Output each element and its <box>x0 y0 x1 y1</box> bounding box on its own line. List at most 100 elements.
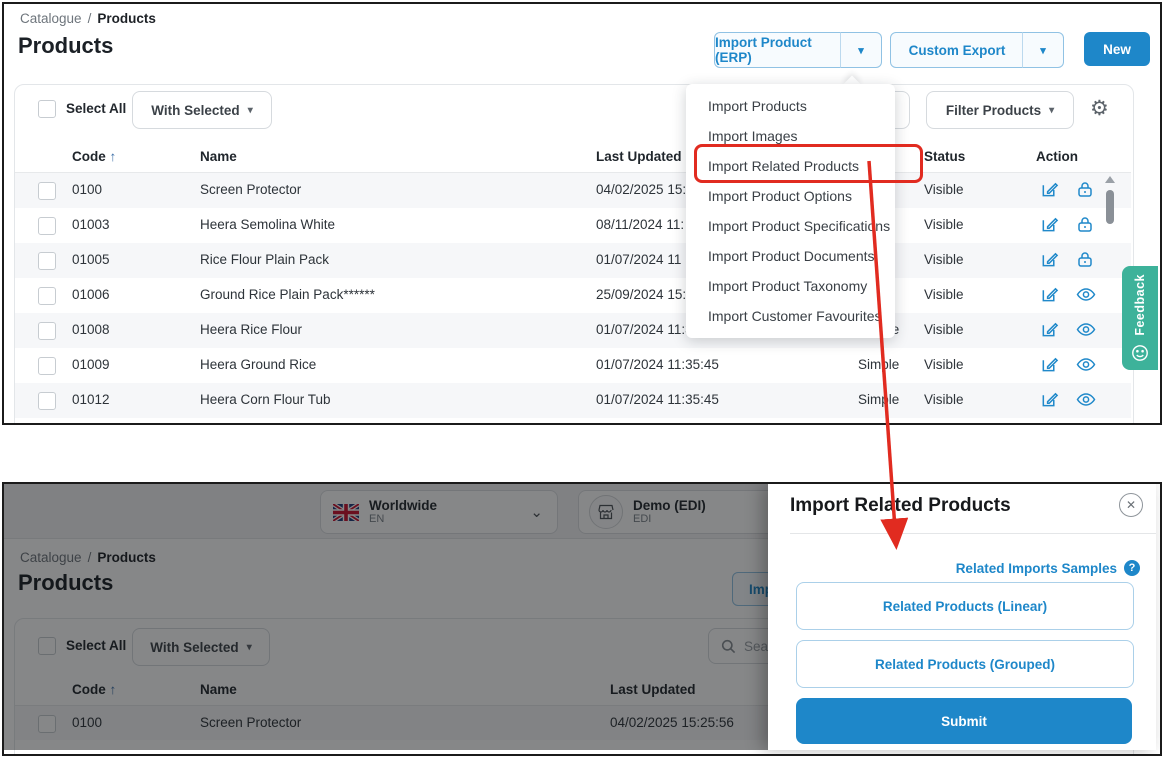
related-imports-samples-row: Related Imports Samples ? <box>956 560 1140 576</box>
cell-code: 01005 <box>72 252 110 267</box>
breadcrumb-catalogue[interactable]: Catalogue <box>20 11 82 26</box>
cell-name: Ground Rice Plain Pack****** <box>200 287 375 302</box>
custom-export-caret-button[interactable]: ▾ <box>1022 32 1064 68</box>
edit-icon[interactable] <box>1040 180 1059 199</box>
row-checkbox[interactable] <box>38 392 56 410</box>
cell-status: Visible <box>924 182 964 197</box>
menu-item-import-product-options[interactable]: Import Product Options <box>686 181 895 211</box>
menu-item-import-product-taxonomy[interactable]: Import Product Taxonomy <box>686 271 895 301</box>
with-selected-dropdown[interactable]: With Selected ▾ <box>132 91 272 129</box>
row-checkbox[interactable] <box>38 357 56 375</box>
lock-icon[interactable] <box>1076 250 1094 269</box>
cell-type: Simple <box>858 357 899 372</box>
column-header-action: Action <box>1036 149 1078 164</box>
caret-down-icon: ▾ <box>1049 105 1054 116</box>
modal-divider <box>790 533 1156 534</box>
menu-item-import-customer-favourites[interactable]: Import Customer Favourites <box>686 301 895 331</box>
import-product-erp-button[interactable]: Import Product (ERP) <box>714 32 842 68</box>
row-checkbox[interactable] <box>38 217 56 235</box>
select-all-label: Select All <box>66 101 126 116</box>
edit-icon[interactable] <box>1040 320 1059 339</box>
cell-last-updated: 25/09/2024 15: <box>596 287 686 302</box>
submit-button[interactable]: Submit <box>796 698 1132 744</box>
eye-icon[interactable] <box>1076 390 1096 409</box>
row-checkbox[interactable] <box>38 287 56 305</box>
related-products-linear-button[interactable]: Related Products (Linear) <box>796 582 1134 630</box>
edit-icon[interactable] <box>1040 390 1059 409</box>
import-product-erp-caret-button[interactable]: ▾ <box>840 32 882 68</box>
cell-last-updated: 01/07/2024 11:35:45 <box>596 392 719 407</box>
lock-icon[interactable] <box>1076 180 1094 199</box>
close-icon[interactable]: ✕ <box>1119 493 1143 517</box>
edit-icon[interactable] <box>1040 285 1059 304</box>
table-row[interactable] <box>15 208 1131 243</box>
menu-item-import-products[interactable]: Import Products <box>686 91 895 121</box>
cell-last-updated: 04/02/2025 15: <box>596 182 686 197</box>
caret-down-icon: ▾ <box>858 44 864 57</box>
table-row[interactable] <box>15 278 1131 313</box>
table-row[interactable] <box>15 173 1131 208</box>
import-dropdown-menu: Import Products Import Images Import Rel… <box>686 84 895 338</box>
products-page-dimmed-screenshot: Worldwide EN ⌄ Demo (EDI) EDI Catalogue/… <box>2 482 1162 756</box>
related-products-grouped-button[interactable]: Related Products (Grouped) <box>796 640 1134 688</box>
cell-code: 01008 <box>72 322 110 337</box>
cell-type: Simple <box>858 392 899 407</box>
cell-last-updated: 01/07/2024 11 <box>596 252 681 267</box>
lock-icon[interactable] <box>1076 215 1094 234</box>
scrollbar-up-arrow[interactable] <box>1105 176 1115 183</box>
breadcrumb-products[interactable]: Products <box>97 11 156 26</box>
cell-code: 01006 <box>72 287 110 302</box>
cell-code: 01009 <box>72 357 110 372</box>
edit-icon[interactable] <box>1040 215 1059 234</box>
menu-item-import-product-specifications[interactable]: Import Product Specifications <box>686 211 895 241</box>
table-row[interactable] <box>15 348 1131 383</box>
table-row[interactable] <box>15 313 1131 348</box>
row-checkbox[interactable] <box>38 182 56 200</box>
gear-icon[interactable]: ⚙ <box>1090 96 1109 121</box>
edit-icon[interactable] <box>1040 355 1059 374</box>
cell-code: 0100 <box>72 182 102 197</box>
cell-last-updated: 08/11/2024 11: <box>596 217 684 232</box>
cell-name: Rice Flour Plain Pack <box>200 252 329 267</box>
new-button[interactable]: New <box>1084 32 1150 66</box>
caret-down-icon: ▾ <box>1040 44 1046 57</box>
smiley-icon <box>1131 344 1149 362</box>
custom-export-button[interactable]: Custom Export <box>890 32 1024 68</box>
eye-icon[interactable] <box>1076 355 1096 374</box>
scrollbar-thumb[interactable] <box>1106 190 1114 224</box>
related-imports-samples-link[interactable]: Related Imports Samples <box>956 561 1117 576</box>
cell-status: Visible <box>924 357 964 372</box>
cell-code: 01003 <box>72 217 110 232</box>
column-header-code[interactable]: Code ↑ <box>72 149 116 164</box>
sort-ascending-icon: ↑ <box>110 149 117 164</box>
cell-status: Visible <box>924 217 964 232</box>
table-row[interactable] <box>15 243 1131 278</box>
select-all-checkbox[interactable] <box>38 100 56 118</box>
column-header-name[interactable]: Name <box>200 149 237 164</box>
breadcrumb: Catalogue/Products <box>20 11 156 26</box>
import-related-products-modal: Import Related Products ✕ Related Import… <box>768 484 1156 750</box>
products-page-screenshot: Catalogue/Products Products Import Produ… <box>2 2 1162 425</box>
annotation-highlight-box <box>694 144 923 183</box>
cell-name: Heera Ground Rice <box>200 357 316 372</box>
row-checkbox[interactable] <box>38 252 56 270</box>
filter-products-dropdown[interactable]: Filter Products ▾ <box>926 91 1074 129</box>
cell-status: Visible <box>924 252 964 267</box>
column-header-last-updated[interactable]: Last Updated <box>596 149 682 164</box>
question-icon[interactable]: ? <box>1124 560 1140 576</box>
row-checkbox[interactable] <box>38 322 56 340</box>
page-title: Products <box>18 33 113 59</box>
eye-icon[interactable] <box>1076 320 1096 339</box>
with-selected-label: With Selected <box>151 103 239 118</box>
cell-name: Screen Protector <box>200 182 301 197</box>
menu-item-import-product-documents[interactable]: Import Product Documents <box>686 241 895 271</box>
filter-products-label: Filter Products <box>946 103 1041 118</box>
eye-icon[interactable] <box>1076 285 1096 304</box>
caret-down-icon: ▾ <box>248 105 253 116</box>
cell-status: Visible <box>924 392 964 407</box>
cell-status: Visible <box>924 322 964 337</box>
feedback-tab[interactable]: Feedback <box>1122 266 1158 370</box>
table-row[interactable] <box>15 383 1131 418</box>
vertical-scrollbar[interactable] <box>1104 176 1116 420</box>
edit-icon[interactable] <box>1040 250 1059 269</box>
